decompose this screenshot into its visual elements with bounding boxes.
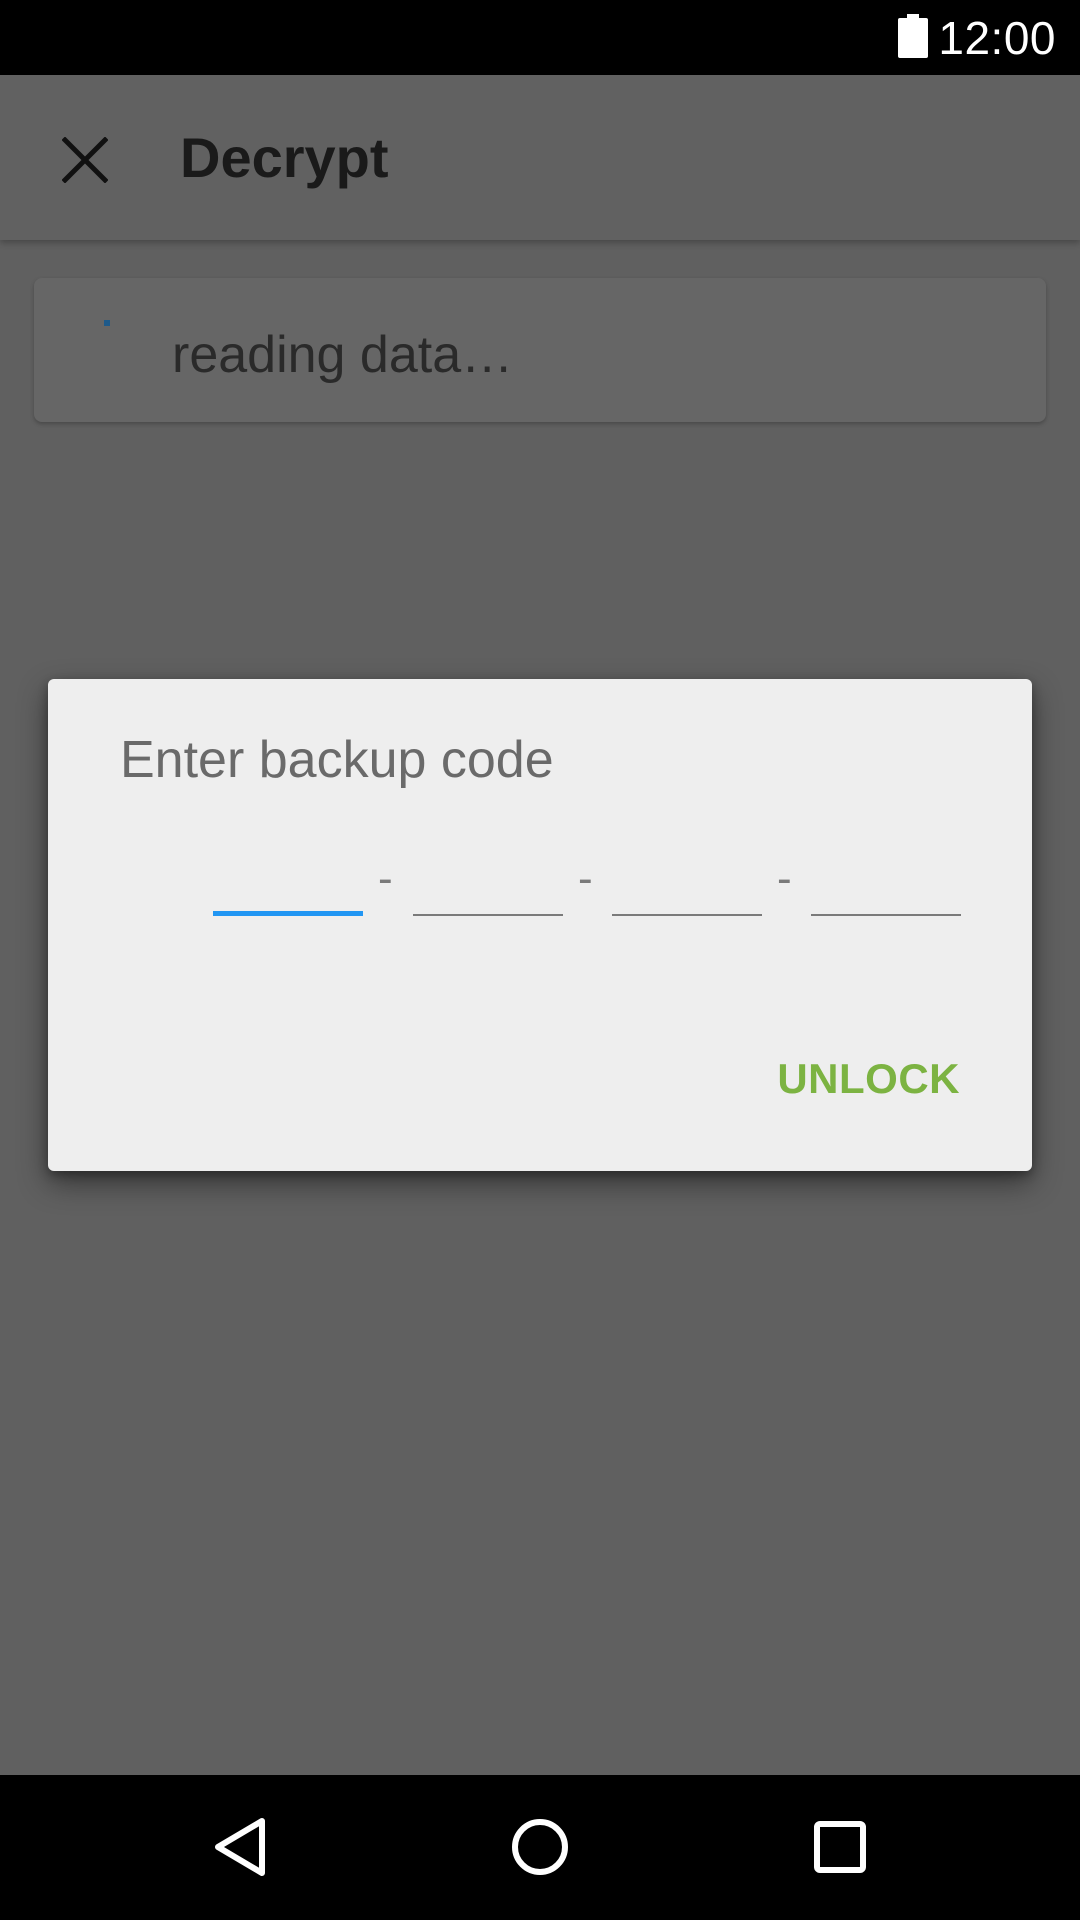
back-button[interactable] — [190, 1797, 290, 1897]
dialog-title: Enter backup code — [120, 731, 554, 789]
progress-indicator — [104, 320, 110, 326]
code-field-4[interactable] — [811, 844, 961, 916]
recents-button[interactable] — [790, 1797, 890, 1897]
home-button[interactable] — [490, 1797, 590, 1897]
battery-full-icon — [898, 14, 928, 58]
code-separator: - — [777, 854, 792, 903]
status-clock: 12:00 — [938, 12, 1056, 64]
status-card: reading data… — [34, 278, 1046, 422]
recents-square-icon — [814, 1821, 866, 1873]
page-title: Decrypt — [180, 126, 389, 189]
backup-code-dialog: Enter backup code - - - UNLOCK — [48, 679, 1032, 1171]
back-triangle-icon — [215, 1818, 265, 1876]
home-circle-icon — [512, 1819, 568, 1875]
unlock-button[interactable]: UNLOCK — [753, 1041, 984, 1117]
app-bar: Decrypt — [0, 75, 1080, 240]
code-field-3[interactable] — [612, 844, 762, 916]
code-separator: - — [578, 854, 593, 903]
status-text: reading data… — [172, 326, 514, 384]
code-separator: - — [378, 854, 393, 903]
code-field-1[interactable] — [213, 844, 363, 916]
screen: 12:00 Decrypt reading data… Enter backup… — [0, 0, 1080, 1920]
close-icon — [62, 137, 108, 183]
backup-code-row: - - - — [165, 844, 965, 924]
navigation-bar — [0, 1775, 1080, 1920]
code-field-2[interactable] — [413, 844, 563, 916]
close-button[interactable] — [40, 115, 130, 205]
status-bar: 12:00 — [0, 0, 1080, 75]
